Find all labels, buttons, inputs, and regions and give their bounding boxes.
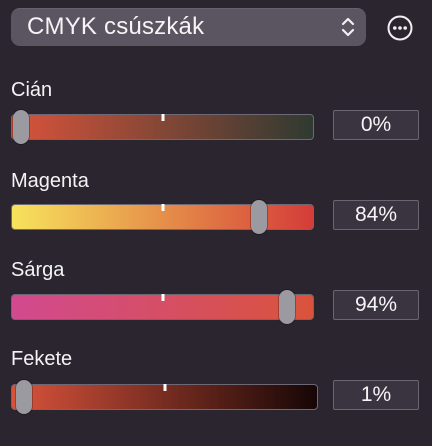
magenta-slider[interactable] bbox=[11, 200, 314, 234]
cyan-slider[interactable] bbox=[11, 110, 314, 144]
magenta-value-field[interactable]: 84% bbox=[333, 200, 419, 230]
yellow-label: Sárga bbox=[11, 259, 65, 281]
black-slider-thumb[interactable] bbox=[15, 380, 32, 414]
cyan-value-field[interactable]: 0% bbox=[333, 110, 419, 140]
black-label: Fekete bbox=[11, 348, 73, 370]
yellow-center-tick bbox=[161, 294, 164, 301]
black-center-tick bbox=[163, 384, 166, 391]
magenta-label: Magenta bbox=[11, 170, 89, 192]
slider-mode-label: CMYK csúszkák bbox=[27, 13, 205, 40]
magenta-slider-thumb[interactable] bbox=[250, 200, 267, 234]
yellow-slider-thumb[interactable] bbox=[279, 290, 296, 324]
yellow-value-field[interactable]: 94% bbox=[333, 290, 419, 320]
yellow-slider[interactable] bbox=[11, 290, 314, 324]
black-slider[interactable] bbox=[11, 380, 318, 414]
black-value-field[interactable]: 1% bbox=[333, 380, 419, 410]
chevron-up-down-icon bbox=[341, 17, 355, 37]
cyan-center-tick bbox=[161, 114, 164, 121]
cyan-label: Cián bbox=[11, 79, 53, 101]
magenta-center-tick bbox=[161, 204, 164, 211]
more-options-icon[interactable] bbox=[387, 15, 413, 41]
slider-mode-select[interactable]: CMYK csúszkák bbox=[11, 8, 366, 46]
cyan-slider-thumb[interactable] bbox=[13, 110, 29, 144]
